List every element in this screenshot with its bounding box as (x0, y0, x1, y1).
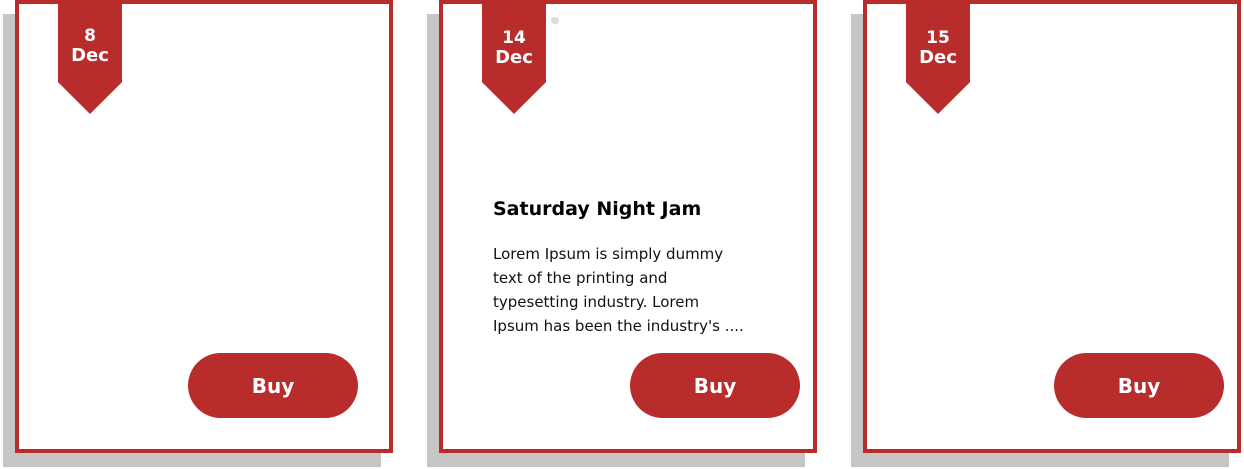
date-ribbon: 15 Dec (906, 0, 970, 114)
date-month: Dec (495, 47, 533, 68)
decorative-dot (551, 17, 559, 24)
buy-button[interactable]: Buy (188, 353, 358, 418)
date-day: 8 (84, 26, 96, 46)
date-ribbon: 14 Dec (482, 0, 546, 114)
date-ribbon: 8 Dec (58, 0, 122, 114)
event-card: 14 Dec Saturday Night Jam Lorem Ipsum is… (439, 0, 817, 453)
date-day: 14 (502, 28, 526, 48)
date-day: 15 (926, 28, 950, 48)
event-card: 15 Dec Buy (863, 0, 1241, 453)
date-month: Dec (919, 47, 957, 68)
date-month: Dec (71, 45, 109, 66)
event-card: 8 Dec Buy (15, 0, 393, 453)
buy-button[interactable]: Buy (630, 353, 800, 418)
event-title: Saturday Night Jam (493, 198, 702, 220)
event-description: Lorem Ipsum is simply dummy text of the … (493, 245, 744, 335)
buy-button[interactable]: Buy (1054, 353, 1224, 418)
